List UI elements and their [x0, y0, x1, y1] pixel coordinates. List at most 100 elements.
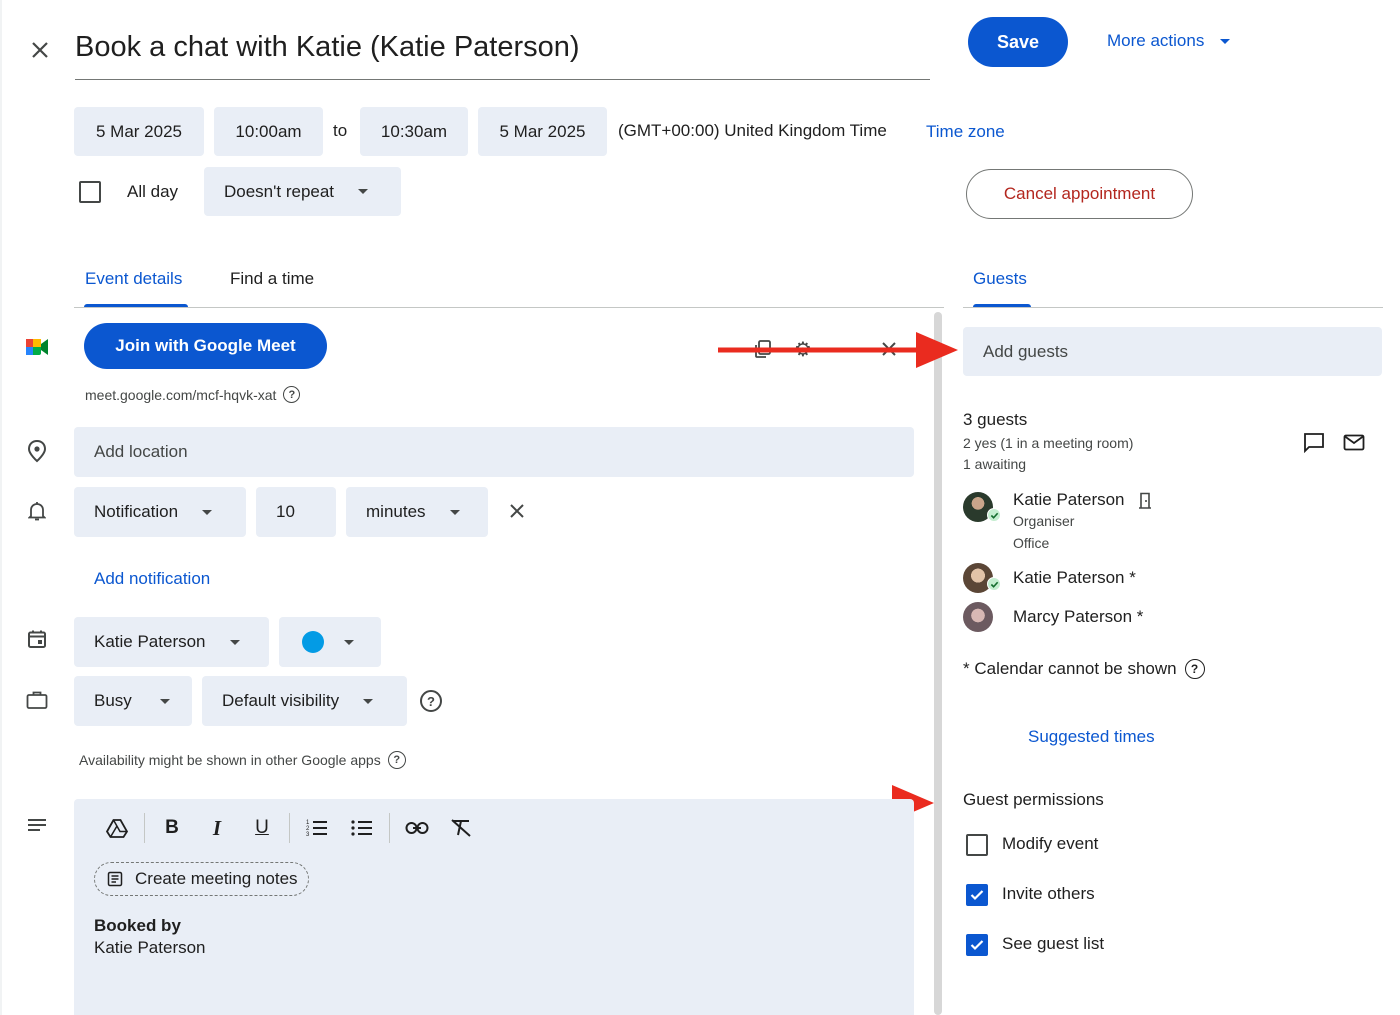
bell-icon	[26, 499, 48, 523]
calendar-owner-dropdown[interactable]: Katie Paterson	[74, 617, 269, 667]
chat-icon[interactable]	[1302, 430, 1326, 454]
remove-notification-icon[interactable]	[506, 500, 528, 522]
tab-guests[interactable]: Guests	[973, 269, 1027, 289]
invite-others-label: Invite others	[1002, 884, 1095, 903]
dropdown-arrow-icon	[159, 698, 170, 704]
check-icon	[970, 890, 984, 901]
more-actions-label: More actions	[1107, 31, 1205, 50]
underline-icon[interactable]: U	[249, 815, 275, 841]
google-meet-icon	[25, 336, 49, 358]
add-notification-link[interactable]: Add notification	[94, 569, 210, 589]
notification-type: Notification	[94, 502, 179, 521]
email-icon[interactable]	[1342, 430, 1366, 454]
scrollbar[interactable]	[934, 312, 942, 1015]
tab-event-details[interactable]: Event details	[85, 269, 182, 289]
toolbar-separator	[389, 813, 390, 843]
modify-event-label: Modify event	[1002, 834, 1099, 853]
notification-type-dropdown[interactable]: Notification	[74, 487, 246, 537]
booked-by-label: Booked by	[94, 916, 181, 935]
availability-note: Availability might be shown in other Goo…	[79, 752, 381, 768]
svg-text:3: 3	[306, 832, 310, 837]
dropdown-arrow-icon	[1220, 38, 1231, 44]
end-time-field[interactable]: 10:30am	[360, 107, 468, 156]
create-meeting-notes-button[interactable]: Create meeting notes	[94, 862, 309, 896]
meet-link[interactable]: meet.google.com/mcf-hqvk-xat	[85, 387, 276, 403]
booked-by-name: Katie Paterson	[94, 938, 206, 957]
guest-row[interactable]: Katie Paterson	[1013, 490, 1153, 510]
all-day-checkbox[interactable]	[79, 181, 101, 203]
see-guest-list-checkbox[interactable]	[966, 934, 988, 956]
help-icon[interactable]: ?	[1184, 659, 1205, 679]
guest-yes-summary: 2 yes (1 in a meeting room)	[963, 435, 1134, 451]
repeat-dropdown[interactable]: Doesn't repeat	[204, 167, 401, 216]
save-button[interactable]: Save	[968, 17, 1068, 67]
help-icon[interactable]: ?	[283, 386, 301, 403]
drive-icon[interactable]	[104, 815, 130, 841]
guest-name: Katie Paterson	[1013, 490, 1125, 509]
event-title: Book a chat with Katie (Katie Paterson)	[75, 31, 580, 63]
busy-status-dropdown[interactable]: Busy	[74, 676, 192, 726]
dropdown-arrow-icon	[229, 639, 240, 645]
dropdown-arrow-icon	[449, 509, 460, 515]
dropdown-arrow-icon	[363, 698, 374, 704]
help-icon[interactable]: ?	[387, 751, 406, 769]
suggested-times-button[interactable]: Suggested times	[1028, 727, 1155, 747]
visibility-value: Default visibility	[222, 691, 340, 710]
notification-unit: minutes	[366, 502, 426, 521]
guest-room: Office	[1013, 535, 1050, 551]
notification-unit-dropdown[interactable]: minutes	[346, 487, 488, 537]
invite-others-checkbox[interactable]	[966, 884, 988, 906]
event-color-dropdown[interactable]	[279, 617, 381, 667]
guest-role: Organiser	[1013, 513, 1075, 529]
link-icon[interactable]	[404, 815, 430, 841]
dropdown-arrow-icon	[202, 509, 213, 515]
location-input[interactable]: Add location	[74, 427, 914, 477]
bulleted-list-icon[interactable]	[349, 815, 375, 841]
description-editor[interactable]	[74, 799, 914, 1015]
to-label: to	[333, 121, 348, 140]
dropdown-arrow-icon	[344, 639, 354, 645]
italic-icon[interactable]: I	[204, 815, 230, 841]
window-edge	[0, 0, 2, 1015]
bold-icon[interactable]: B	[159, 815, 185, 841]
description-icon	[27, 818, 47, 834]
calendar-note-row: * Calendar cannot be shown ?	[963, 659, 1205, 679]
toolbar-separator	[144, 813, 145, 843]
calendar-owner: Katie Paterson	[94, 632, 206, 651]
notification-amount-input[interactable]: 10	[256, 487, 336, 537]
end-date-field[interactable]: 5 Mar 2025	[478, 107, 607, 156]
close-icon[interactable]	[26, 36, 54, 64]
calendar-icon	[26, 628, 48, 650]
meet-link-row: meet.google.com/mcf-hqvk-xat ?	[85, 386, 301, 403]
guest-permissions-heading: Guest permissions	[963, 790, 1104, 809]
numbered-list-icon[interactable]: 123	[304, 815, 330, 841]
tab-divider	[74, 307, 944, 308]
repeat-value: Doesn't repeat	[224, 181, 335, 201]
modify-event-checkbox[interactable]	[966, 834, 988, 856]
briefcase-icon	[26, 689, 48, 711]
start-date-field[interactable]: 5 Mar 2025	[74, 107, 204, 156]
guest-name[interactable]: Marcy Paterson *	[1013, 607, 1143, 627]
title-input[interactable]: Book a chat with Katie (Katie Paterson)	[75, 28, 930, 80]
clear-formatting-icon[interactable]	[448, 815, 474, 841]
guest-name[interactable]: Katie Paterson *	[1013, 568, 1136, 588]
check-icon	[970, 940, 984, 951]
calendar-note: * Calendar cannot be shown	[963, 659, 1177, 678]
color-swatch	[302, 631, 324, 653]
timezone-text: (GMT+00:00) United Kingdom Time	[618, 121, 887, 140]
guest-awaiting-summary: 1 awaiting	[963, 456, 1027, 472]
dropdown-arrow-icon	[358, 189, 369, 194]
add-guests-input[interactable]: Add guests	[963, 327, 1382, 376]
help-icon[interactable]: ?	[420, 690, 442, 712]
busy-status: Busy	[94, 691, 132, 710]
join-google-meet-button[interactable]: Join with Google Meet	[84, 323, 327, 369]
more-actions-button[interactable]: More actions	[1107, 30, 1231, 52]
cancel-appointment-button[interactable]: Cancel appointment	[966, 169, 1193, 219]
see-guest-list-label: See guest list	[1002, 934, 1105, 953]
timezone-link[interactable]: Time zone	[926, 122, 1005, 142]
tab-find-a-time[interactable]: Find a time	[230, 269, 314, 289]
meeting-room-icon	[1138, 492, 1151, 509]
start-time-field[interactable]: 10:00am	[214, 107, 323, 156]
visibility-dropdown[interactable]: Default visibility	[202, 676, 407, 726]
tab-divider	[963, 307, 1383, 308]
